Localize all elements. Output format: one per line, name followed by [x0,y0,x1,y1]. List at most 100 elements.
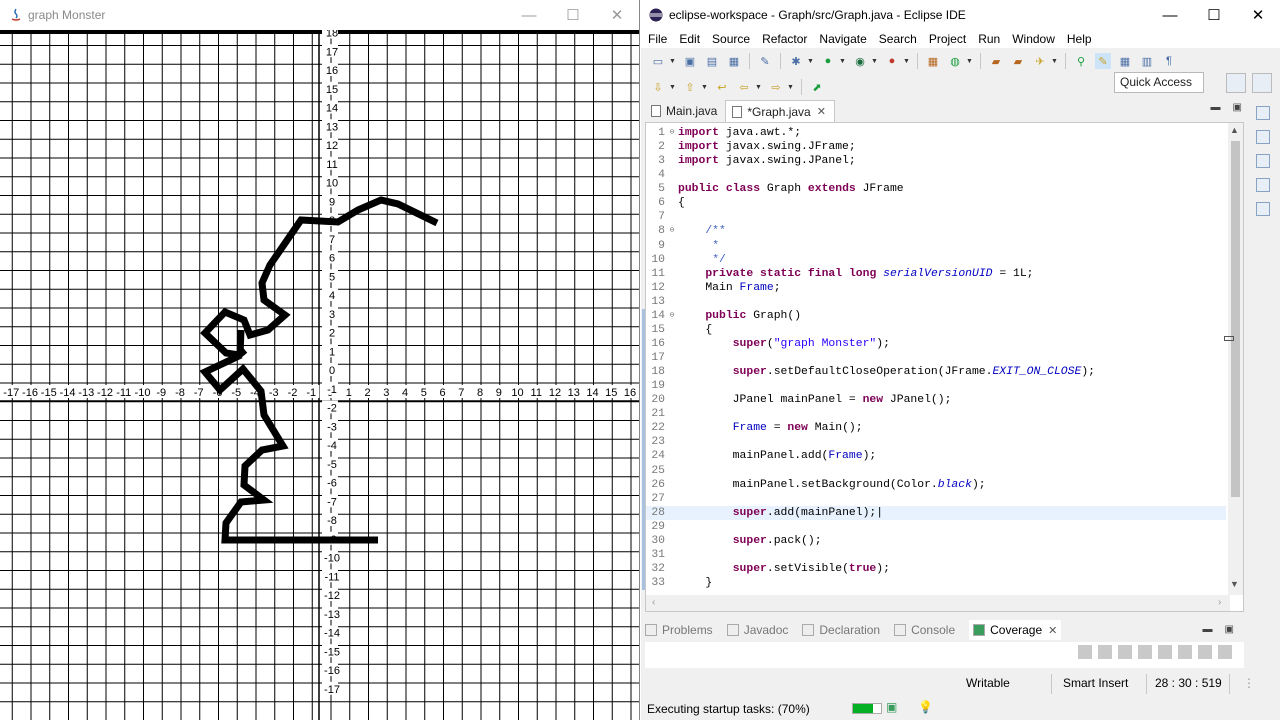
code-line[interactable]: 8 ⊖ /** [646,224,1226,238]
code-text[interactable]: import java.awt.*; [678,126,801,140]
new-java-project-icon[interactable]: ▦ [925,53,941,69]
menu-project[interactable]: Project [929,32,966,46]
code-line[interactable]: 17 [642,351,1226,366]
close-button[interactable]: ✕ [595,0,639,30]
code-text[interactable]: Main Frame; [678,281,780,295]
code-line[interactable]: 22 Frame = new Main(); [642,421,1226,436]
previous-annotation-dropdown-icon[interactable]: ▼ [701,84,709,91]
previous-annotation-icon[interactable]: ⇧ [682,79,698,95]
tab-console[interactable]: Console [894,623,955,637]
open-type-icon[interactable]: ▰ [988,53,1004,69]
minimize-view-icon[interactable]: ▬ [1203,624,1213,635]
pin-editor-icon[interactable]: ⬈ [809,79,825,95]
code-line[interactable]: 24 mainPanel.add(Frame); [642,449,1226,464]
menu-source[interactable]: Source [712,32,750,46]
tip-lightbulb-icon[interactable]: 💡 [918,700,933,714]
overview-ruler-marker[interactable] [1224,336,1234,341]
code-text[interactable]: super("graph Monster"); [678,337,890,351]
tab-main-java[interactable]: Main.java [645,100,725,122]
link-with-editor-icon[interactable] [1198,645,1212,659]
code-line[interactable]: 26 mainPanel.setBackground(Color.black); [642,477,1226,492]
coverage-icon[interactable]: ◉ [852,53,868,69]
scroll-right-icon[interactable]: › [1218,597,1221,608]
scrollbar-thumb[interactable] [1231,141,1240,497]
code-lines[interactable]: 1 ⊖ import java.awt.*; 2 import javax.swing.… [642,126,1226,591]
last-edit-location-icon[interactable]: ↩ [714,79,730,95]
back-icon[interactable]: ⇦ [736,79,752,95]
collapse-all-icon[interactable] [1178,645,1192,659]
next-annotation-dropdown-icon[interactable]: ▼ [669,84,677,91]
code-line[interactable]: 25 [642,463,1226,478]
tab-problems[interactable]: Problems [645,623,713,637]
next-annotation-icon[interactable]: ⇩ [650,79,666,95]
close-tab-icon[interactable]: ✕ [1048,624,1057,637]
external-tools-icon[interactable]: ● [884,53,900,69]
code-line[interactable]: 29 [642,519,1226,534]
scroll-left-icon[interactable]: ‹ [652,597,655,608]
tab-javadoc[interactable]: Javadoc [726,623,788,637]
code-text[interactable]: super.setDefaultCloseOperation(JFrame.EX… [678,365,1095,379]
menu-edit[interactable]: Edit [679,32,700,46]
search-dropdown-icon[interactable]: ▼ [1051,58,1059,65]
eclipse-close-button[interactable]: ✕ [1236,0,1280,30]
task-list-icon[interactable] [1256,178,1270,192]
code-line[interactable]: 28 super.add(mainPanel);| [642,505,1226,520]
minimize-editor-icon[interactable]: ▬ [1211,102,1221,113]
debug-dropdown-icon[interactable]: ▼ [807,58,815,65]
forward-dropdown-icon[interactable]: ▼ [787,84,795,91]
search-tool-icon[interactable]: ✈ [1032,53,1048,69]
run-dropdown-icon[interactable]: ▼ [839,58,847,65]
code-line[interactable]: 6{ [646,196,1226,210]
vertical-scrollbar[interactable]: ▲ ▼ [1228,123,1243,595]
code-text[interactable]: /** [678,224,726,238]
code-text[interactable]: Frame = new Main(); [678,421,863,435]
code-text[interactable]: */ [678,253,726,267]
fold-toggle-icon[interactable]: ⊖ [666,309,678,323]
view-menu-icon[interactable] [1218,645,1232,659]
code-line[interactable]: 15 { [642,322,1226,337]
code-line[interactable]: 10 */ [646,253,1226,267]
code-text[interactable]: super.pack(); [678,534,822,548]
code-line[interactable]: 30 super.pack(); [642,533,1226,548]
open-task-icon[interactable]: ▰ [1010,53,1026,69]
code-text[interactable]: mainPanel.setBackground(Color.black); [678,478,986,492]
forward-icon[interactable]: ⇨ [768,79,784,95]
scroll-up-icon[interactable]: ▲ [1230,125,1239,135]
restore-icon[interactable] [1256,106,1270,120]
minimize-button[interactable]: — [507,0,551,30]
new-icon[interactable]: ▭ [650,53,666,69]
code-line[interactable]: 33 } [642,576,1226,591]
show-whitespace-icon[interactable]: ¶ [1161,53,1177,69]
save-all-icon[interactable]: ▤ [704,53,720,69]
java-perspective-icon[interactable] [1252,73,1272,93]
tab-declaration[interactable]: Declaration [802,623,880,637]
remove-all-sessions-icon[interactable] [1118,645,1132,659]
code-text[interactable]: { [678,196,685,210]
code-line[interactable]: 1 ⊖ import java.awt.*; [646,126,1226,140]
fold-toggle-icon[interactable]: ⊖ [666,126,678,140]
code-text[interactable]: super.setVisible(true); [678,562,890,576]
code-text[interactable]: super.add(mainPanel);| [678,506,883,520]
back-dropdown-icon[interactable]: ▼ [755,84,763,91]
mark-occurrences-icon[interactable]: ✎ [1095,53,1111,69]
code-line[interactable]: 4 [646,168,1226,182]
eclipse-maximize-button[interactable]: ☐ [1192,0,1236,30]
eclipse-titlebar[interactable]: eclipse-workspace - Graph/src/Graph.java… [641,0,1280,30]
open-perspective-icon[interactable] [1226,73,1246,93]
code-line[interactable]: 14 ⊖ public Graph() [642,308,1226,323]
word-wrap-icon[interactable]: ▥ [1139,53,1155,69]
graph-window-titlebar[interactable]: graph Monster — ☐ ✕ [0,0,639,30]
code-line[interactable]: 11 private static final long serialVersi… [646,267,1226,281]
save-icon[interactable]: ▣ [682,53,698,69]
new-class-icon[interactable]: ◍ [947,53,963,69]
code-line[interactable]: 5 public class Graph extends JFrame [646,182,1226,196]
menu-refactor[interactable]: Refactor [762,32,807,46]
remove-session-icon[interactable] [1098,645,1112,659]
quick-access-field[interactable]: Quick Access [1114,72,1204,93]
coverage-dropdown-icon[interactable]: ▼ [871,58,879,65]
code-line[interactable]: 21 [642,407,1226,422]
block-selection-icon[interactable]: ▦ [1117,53,1133,69]
horizontal-scrollbar[interactable]: ‹ › [646,595,1230,611]
debug-icon[interactable]: ✱ [788,53,804,69]
code-line[interactable]: 9 * [646,239,1226,253]
